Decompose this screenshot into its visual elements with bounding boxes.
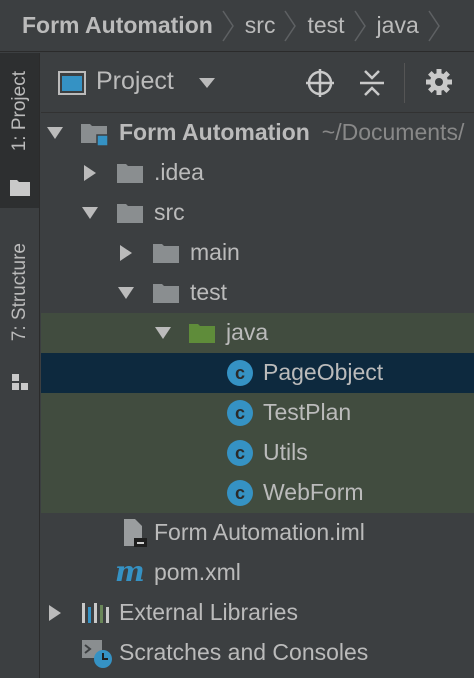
breadcrumb-separator-icon: [222, 10, 234, 41]
view-selector[interactable]: Project: [96, 67, 174, 96]
locate-icon[interactable]: [305, 68, 335, 98]
tool-window-strip: 1: Project 7: Structure: [0, 53, 40, 678]
tree-item-class[interactable]: c PageObject: [41, 353, 474, 393]
tree-item-java[interactable]: java: [41, 313, 474, 353]
iml-file-icon: [124, 519, 147, 547]
tree-item-class[interactable]: c TestPlan: [41, 393, 474, 433]
tree-item-label: .idea: [154, 159, 204, 185]
tree-item-label: pom.xml: [154, 559, 241, 585]
project-panel-header: Project: [41, 53, 474, 113]
tree-item-label: java: [226, 319, 269, 345]
folder-icon: [10, 180, 30, 196]
expanded-arrow-icon[interactable]: [47, 125, 63, 141]
breadcrumb-item-src[interactable]: src: [245, 12, 276, 39]
collapsed-arrow-icon[interactable]: [82, 165, 98, 181]
tab-project-label: 1: Project: [8, 71, 30, 152]
tree-item-main[interactable]: main: [41, 233, 474, 273]
collapse-all-icon[interactable]: [359, 68, 385, 98]
maven-icon: m: [115, 555, 145, 588]
java-class-icon: c: [227, 360, 253, 386]
java-class-icon: c: [227, 440, 253, 466]
java-class-icon: c: [227, 480, 253, 506]
structure-icon: [12, 374, 28, 390]
tree-item-test[interactable]: test: [41, 273, 474, 313]
expanded-arrow-icon[interactable]: [82, 205, 98, 221]
folder-icon: [117, 164, 143, 183]
breadcrumb-item-java[interactable]: java: [377, 12, 419, 39]
java-class-icon: c: [227, 400, 253, 426]
tree-item-external-libraries[interactable]: External Libraries: [41, 593, 474, 633]
scratches-icon: [82, 640, 112, 668]
project-view-icon: [58, 71, 86, 95]
tree-item-label: WebForm: [263, 479, 364, 505]
breadcrumb-separator-icon: [428, 10, 440, 41]
tree-item-src[interactable]: src: [41, 193, 474, 233]
tree-item-label: src: [154, 199, 185, 225]
tree-item-label: External Libraries: [119, 599, 298, 625]
breadcrumb: Form Automation src test java: [0, 0, 474, 52]
collapsed-arrow-icon[interactable]: [47, 605, 63, 621]
gear-icon[interactable]: [425, 68, 453, 96]
tab-structure-label: 7: Structure: [8, 243, 30, 342]
tree-item-class[interactable]: c WebForm: [41, 473, 474, 513]
expanded-arrow-icon[interactable]: [118, 285, 134, 301]
project-path: ~/Documents/: [321, 119, 465, 145]
module-folder-icon: [81, 124, 109, 147]
tree-item-label: Scratches and Consoles: [119, 639, 369, 665]
tree-item-label: main: [190, 239, 240, 265]
test-source-folder-icon: [189, 324, 215, 343]
breadcrumb-separator-icon: [284, 10, 297, 41]
breadcrumb-item-test[interactable]: test: [307, 12, 344, 39]
tree-item-label: Form Automation.iml: [154, 519, 365, 545]
tree-item-label: Utils: [263, 439, 308, 465]
breadcrumb-separator-icon: [353, 10, 366, 41]
expanded-arrow-icon[interactable]: [155, 325, 171, 341]
tree-item-pom[interactable]: m pom.xml: [41, 553, 474, 593]
tree-item-label: test: [190, 279, 228, 305]
tree-item-label: PageObject: [263, 359, 384, 385]
toolbar-divider: [404, 63, 405, 103]
tree-item-scratches[interactable]: Scratches and Consoles: [41, 633, 474, 673]
folder-icon: [153, 284, 179, 303]
breadcrumb-item-project[interactable]: Form Automation: [22, 12, 213, 39]
tree-item-iml[interactable]: Form Automation.iml: [41, 513, 474, 553]
tree-item-label: TestPlan: [263, 399, 352, 425]
tree-item-class[interactable]: c Utils: [41, 433, 474, 473]
tab-project[interactable]: 1: Project: [0, 53, 39, 208]
library-icon: [82, 603, 109, 623]
tree-item-idea[interactable]: .idea: [41, 153, 474, 193]
chevron-down-icon[interactable]: [199, 78, 215, 88]
folder-icon: [153, 244, 179, 263]
collapsed-arrow-icon[interactable]: [118, 245, 134, 261]
tree-item-root[interactable]: Form Automation ~/Documents/: [41, 113, 474, 153]
folder-icon: [117, 204, 143, 223]
tree-item-label: Form Automation ~/Documents/: [119, 119, 465, 145]
tab-structure[interactable]: 7: Structure: [0, 243, 39, 403]
project-tree: Form Automation ~/Documents/ .idea src ma…: [41, 113, 474, 678]
